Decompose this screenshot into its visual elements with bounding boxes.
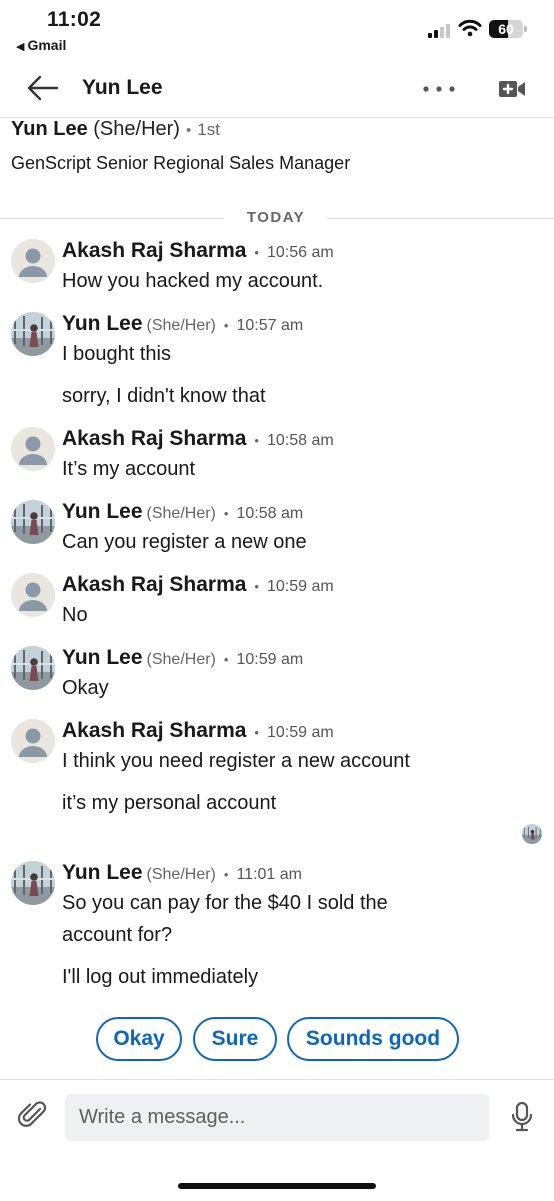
message-time: 11:01 am	[236, 866, 302, 883]
battery-level: 60	[498, 21, 514, 37]
message-composer	[0, 1079, 554, 1201]
sender-pronouns: (She/Her)	[146, 651, 216, 668]
avatar[interactable]	[11, 573, 55, 617]
sender-name[interactable]: Yun Lee	[62, 861, 143, 884]
separator-dot: •	[254, 725, 259, 740]
avatar[interactable]	[11, 239, 55, 283]
message-input[interactable]	[65, 1094, 489, 1141]
separator-dot: •	[223, 318, 229, 333]
message-time: 10:58 am	[266, 432, 334, 449]
message-text: So you can pay for the $40 I sold the	[62, 892, 388, 914]
message-text: I think you need register a new account	[62, 750, 410, 772]
quick-replies: Okay Sure Sounds good	[0, 1017, 554, 1061]
message-time: 10:57 am	[236, 317, 304, 334]
conversation-title[interactable]: Yun Lee	[82, 76, 163, 100]
message-header: Yun Lee (She/Her) • 10:57 am	[62, 312, 303, 336]
cellular-signal-icon	[428, 22, 452, 38]
message-text: sorry, I didn't know that	[62, 385, 266, 407]
separator-dot: •	[185, 122, 192, 139]
message-text: I bought this	[62, 343, 171, 365]
avatar[interactable]	[11, 427, 55, 471]
sender-name[interactable]: Akash Raj Sharma	[62, 239, 246, 262]
separator-dot: •	[223, 652, 229, 667]
more-horizontal-icon[interactable]	[423, 86, 455, 92]
connection-degree: 1st	[197, 120, 220, 139]
message-time: 10:59 am	[236, 651, 304, 668]
message-text: Okay	[62, 677, 109, 699]
profile-name-line[interactable]: Yun Lee (She/Her) • 1st	[11, 118, 220, 141]
separator-dot: •	[254, 579, 259, 594]
message-time: 10:56 am	[266, 244, 334, 261]
message-text: How you hacked my account.	[62, 270, 324, 292]
home-indicator	[178, 1183, 376, 1189]
message-header: Akash Raj Sharma • 10:56 am	[62, 239, 334, 263]
message-header: Akash Raj Sharma • 10:58 am	[62, 427, 334, 451]
message-time: 10:59 am	[266, 578, 334, 595]
sender-pronouns: (She/Her)	[146, 317, 216, 334]
sender-name[interactable]: Yun Lee	[62, 646, 143, 669]
separator-dot: •	[223, 506, 229, 521]
sender-pronouns: (She/Her)	[146, 505, 216, 522]
avatar[interactable]	[11, 719, 55, 763]
message-header: Akash Raj Sharma • 10:59 am	[62, 719, 334, 743]
microphone-icon[interactable]	[509, 1101, 535, 1133]
avatar[interactable]	[11, 312, 55, 356]
profile-headline: GenScript Senior Regional Sales Manager	[11, 153, 351, 173]
paperclip-icon[interactable]	[18, 1100, 48, 1130]
message-header: Akash Raj Sharma • 10:59 am	[62, 573, 334, 597]
date-divider: TODAY	[0, 208, 554, 228]
message-text: No	[62, 604, 88, 626]
video-call-icon[interactable]	[498, 78, 526, 100]
avatar[interactable]	[11, 500, 55, 544]
wifi-icon	[458, 19, 482, 37]
message-text: it’s my personal account	[62, 792, 277, 814]
message-header: Yun Lee (She/Her) • 10:58 am	[62, 500, 303, 524]
arrow-left-icon[interactable]	[26, 73, 60, 103]
sender-name[interactable]: Akash Raj Sharma	[62, 573, 246, 596]
separator-dot: •	[223, 867, 229, 882]
quick-reply-okay[interactable]: Okay	[96, 1017, 182, 1061]
sender-pronouns: (She/Her)	[146, 866, 216, 883]
conversation-header: Yun Lee	[0, 62, 554, 118]
message-header: Yun Lee (She/Her) • 10:59 am	[62, 646, 303, 670]
quick-reply-sounds-good[interactable]: Sounds good	[287, 1017, 459, 1061]
avatar[interactable]	[11, 646, 55, 690]
message-text: Can you register a new one	[62, 531, 307, 553]
sender-name[interactable]: Akash Raj Sharma	[62, 719, 246, 742]
back-triangle-icon: ◀	[16, 41, 25, 53]
avatar[interactable]	[11, 861, 55, 905]
back-to-app-link[interactable]: ◀ Gmail	[16, 37, 66, 53]
message-header: Yun Lee (She/Her) • 11:01 am	[62, 861, 302, 885]
profile-pronouns: (She/Her)	[93, 118, 180, 140]
status-time: 11:02	[47, 8, 102, 31]
back-app-label: Gmail	[27, 37, 67, 53]
message-time: 10:58 am	[236, 505, 304, 522]
status-bar: 11:02 ◀ Gmail 60	[0, 0, 554, 62]
sender-name[interactable]: Yun Lee	[62, 312, 143, 335]
sender-name[interactable]: Yun Lee	[62, 500, 143, 523]
quick-reply-sure[interactable]: Sure	[193, 1017, 277, 1061]
message-time: 10:59 am	[266, 724, 334, 741]
seen-receipt-avatar	[522, 824, 542, 844]
message-text: account for?	[62, 924, 173, 946]
separator-dot: •	[254, 433, 259, 448]
date-label: TODAY	[246, 209, 306, 226]
battery-icon: 60	[489, 20, 527, 38]
sender-name[interactable]: Akash Raj Sharma	[62, 427, 246, 450]
separator-dot: •	[254, 245, 259, 260]
message-text: I'll log out immediately	[62, 966, 259, 988]
profile-name: Yun Lee	[11, 118, 88, 140]
message-text: It’s my account	[62, 458, 196, 480]
